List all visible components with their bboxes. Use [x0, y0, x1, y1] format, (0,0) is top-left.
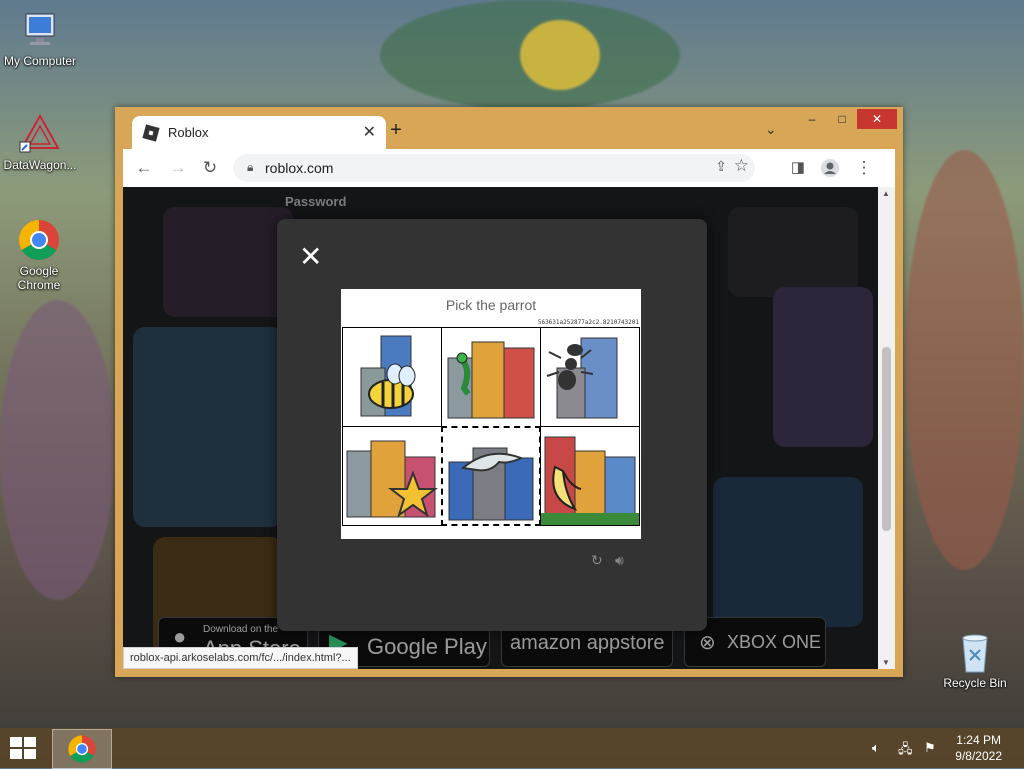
- tab-search-chevron-icon[interactable]: ⌄: [765, 121, 777, 138]
- scroll-down-icon[interactable]: ▼: [882, 658, 890, 667]
- title-bar: Roblox ✕ + ⌄ – □ ✕: [115, 107, 903, 149]
- page-scrollbar[interactable]: ▲ ▼: [878, 187, 895, 669]
- share-icon[interactable]: ⇪: [715, 158, 727, 175]
- captcha-tile-ant[interactable]: [540, 327, 640, 427]
- close-icon[interactable]: ✕: [299, 243, 322, 271]
- wallpaper-figure: [0, 300, 115, 600]
- clock-time: 1:24 PM: [956, 733, 1001, 747]
- browser-toolbar: ← → ↻ 🔒︎ roblox.com ⇪ ☆ ◨ ⋮: [123, 149, 895, 187]
- captcha-panel: Pick the parrot 563631a252877a2c2.821074…: [341, 289, 641, 539]
- clock-date: 9/8/2022: [955, 749, 1002, 763]
- maximize-button[interactable]: □: [827, 109, 857, 129]
- volume-muted-icon[interactable]: 🔈︎: [872, 740, 880, 756]
- tab-title: Roblox: [168, 125, 209, 140]
- desktop-icon-label: Google Chrome: [17, 264, 61, 292]
- desktop-icon-label: DataWagon...: [3, 158, 77, 172]
- start-button[interactable]: [10, 737, 36, 759]
- taskbar-chrome-button[interactable]: [52, 729, 112, 769]
- captcha-tile-dolphin[interactable]: [441, 426, 541, 526]
- ant-icon: [546, 337, 618, 419]
- computer-icon: [18, 8, 62, 52]
- lock-icon[interactable]: 🔒︎: [247, 160, 253, 175]
- minimize-button[interactable]: –: [797, 109, 827, 129]
- taskbar: 🔈︎ 🖧︎ ⚑ 1:24 PM 9/8/2022: [0, 728, 1024, 769]
- scroll-up-icon[interactable]: ▲: [882, 189, 890, 198]
- browser-window: Roblox ✕ + ⌄ – □ ✕ ← → ↻ 🔒︎ roblox.com ⇪…: [115, 107, 903, 677]
- banana-icon: [541, 436, 639, 525]
- roblox-favicon-icon: [142, 124, 160, 142]
- menu-kebab-icon[interactable]: ⋮: [853, 158, 875, 178]
- captcha-tile-parrot[interactable]: [441, 327, 541, 427]
- system-clock[interactable]: 1:24 PM 9/8/2022: [955, 732, 1002, 764]
- new-tab-button[interactable]: +: [385, 119, 407, 142]
- desktop-icon-label: Recycle Bin: [943, 676, 1007, 690]
- captcha-session-code: 563631a252877a2c2.8210743201: [537, 319, 639, 326]
- bookmark-star-icon[interactable]: ☆: [734, 156, 749, 176]
- captcha-tile-starfish[interactable]: [342, 426, 442, 526]
- desktop-icon-datawagon[interactable]: DataWagon...: [0, 112, 80, 172]
- audio-icon[interactable]: 🔊︎: [615, 552, 624, 569]
- scrollbar-thumb[interactable]: [882, 347, 891, 531]
- captcha-tile-bee[interactable]: [342, 327, 442, 427]
- desktop-icon-my-computer[interactable]: My Computer: [0, 8, 80, 68]
- starfish-icon: [346, 440, 438, 518]
- captcha-grid: [342, 327, 640, 526]
- side-panel-icon[interactable]: ◨: [787, 158, 809, 176]
- captcha-prompt: Pick the parrot: [445, 297, 537, 313]
- action-center-icon[interactable]: ⚑: [924, 740, 936, 756]
- back-arrow-icon[interactable]: ←: [133, 158, 155, 178]
- wallpaper-figure: [520, 20, 600, 90]
- recycle-bin-icon: [953, 630, 997, 674]
- desktop-icon-google-chrome[interactable]: Google Chrome: [0, 218, 78, 292]
- bee-icon: [360, 335, 416, 417]
- chrome-icon: [17, 218, 61, 262]
- window-close-button[interactable]: ✕: [857, 109, 897, 129]
- desktop-icon-label: My Computer: [3, 54, 77, 68]
- desktop-icon-recycle-bin[interactable]: Recycle Bin: [935, 630, 1015, 690]
- wallpaper-figure: [905, 150, 1024, 570]
- address-bar[interactable]: 🔒︎ roblox.com ⇪ ☆: [233, 154, 755, 182]
- reload-icon[interactable]: ↻: [199, 158, 221, 178]
- reload-icon[interactable]: ↻: [591, 552, 603, 569]
- tab-roblox[interactable]: Roblox ✕: [132, 116, 386, 149]
- forward-arrow-icon[interactable]: →: [167, 158, 189, 178]
- captcha-modal: ✕ Pick the parrot 563631a252877a2c2.8210…: [277, 219, 707, 631]
- profile-avatar-icon[interactable]: [819, 158, 841, 183]
- chrome-icon: [68, 735, 96, 763]
- dolphin-icon: [448, 447, 534, 521]
- status-bar-url: roblox-api.arkoselabs.com/fc/.../index.h…: [123, 647, 358, 669]
- page-viewport: Password ● Download on the App Store ▶ G…: [123, 187, 878, 669]
- captcha-tile-banana[interactable]: [540, 426, 640, 526]
- datawagon-icon: [18, 112, 62, 156]
- tab-close-icon[interactable]: ✕: [363, 122, 376, 142]
- network-icon[interactable]: 🖧︎: [898, 740, 913, 762]
- parrot-icon: [447, 341, 535, 419]
- url-text[interactable]: roblox.com: [265, 160, 333, 176]
